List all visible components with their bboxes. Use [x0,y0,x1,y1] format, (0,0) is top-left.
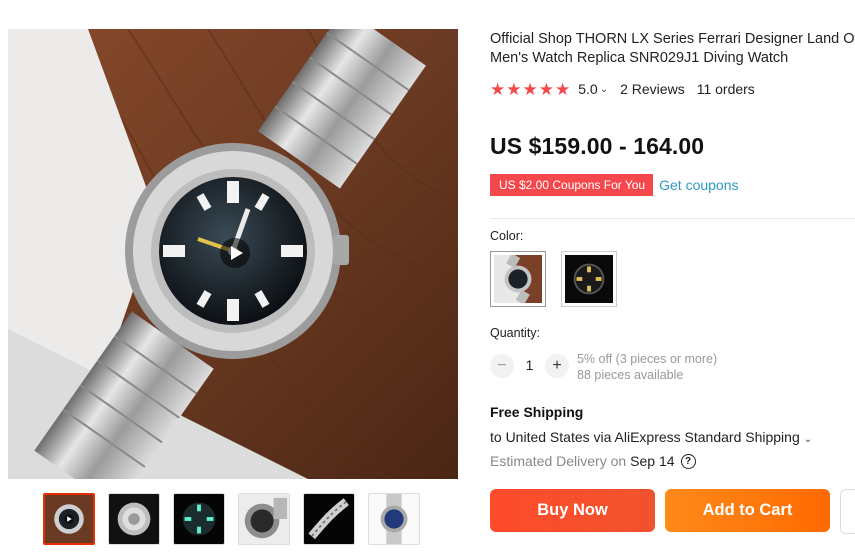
delivery-date: Sep 14 [630,453,675,469]
thumbnail-3[interactable] [173,493,225,545]
chevron-down-icon[interactable]: ⌄ [600,84,608,95]
estimated-delivery: Estimated Delivery on Sep 14 ? [490,453,696,469]
product-info-panel: Official Shop THORN LX Series Ferrari De… [486,0,855,556]
product-price: US $159.00 - 164.00 [490,133,705,159]
coupon-row: US $2.00 Coupons For You Get coupons [486,174,739,196]
star-rating: ★ ★ ★ ★ ★ [490,81,570,98]
star-icon: ★ [490,79,506,99]
product-title-line-1: Official Shop THORN LX Series Ferrari De… [490,31,855,47]
star-icon: ★ [506,79,522,99]
stock-available-text: 88 pieces available [577,368,684,382]
thumbnail-strip [43,493,423,547]
thumbnail-1[interactable] [43,493,95,545]
get-coupons-link[interactable]: Get coupons [659,177,738,193]
minus-icon[interactable]: − [490,354,514,378]
add-to-cart-button[interactable]: Add to Cart [665,489,830,532]
quantity-input[interactable]: 1 [514,357,545,373]
chevron-down-icon[interactable]: ⌄ [804,434,812,445]
color-swatch-2[interactable] [561,251,617,307]
wishlist-button[interactable] [840,489,855,534]
plus-icon[interactable]: + [545,354,569,378]
product-title-line-2: Men's Watch Replica SNR029J1 Diving Watc… [490,50,789,66]
thumbnail-6[interactable] [368,493,420,545]
reviews-link[interactable]: 2 Reviews [620,81,685,97]
quantity-notes: 5% off (3 pieces or more) 88 pieces avai… [577,351,717,383]
bulk-discount-text: 5% off (3 pieces or more) [577,352,718,366]
thumbnail-2[interactable] [108,493,160,545]
shipping-method[interactable]: to United States via AliExpress Standard… [490,429,812,445]
shipping-method-text: to United States via AliExpress Standard… [490,429,800,445]
product-title: Official Shop THORN LX Series Ferrari De… [490,30,855,68]
orders-count: 11 orders [696,81,755,97]
color-label: Color: [490,229,524,243]
rating-row: ★ ★ ★ ★ ★ 5.0 ⌄ 2 Reviews 11 orders [490,79,755,99]
rating-value[interactable]: 5.0 [578,81,597,97]
question-circle-icon[interactable]: ? [680,453,696,469]
play-icon[interactable] [220,238,250,268]
shipping-title: Free Shipping [490,404,584,420]
color-swatch-1[interactable] [490,251,546,307]
star-icon: ★ [522,79,538,99]
buy-now-button[interactable]: Buy Now [490,489,655,532]
main-product-image[interactable] [8,29,458,479]
divider [490,218,855,219]
star-icon: ★ [555,79,571,99]
delivery-label: Estimated Delivery on [490,453,627,469]
quantity-label: Quantity: [490,326,541,340]
star-icon: ★ [538,79,554,99]
coupon-badge[interactable]: US $2.00 Coupons For You [486,174,657,196]
thumbnail-5[interactable] [303,493,355,545]
thumbnail-4[interactable] [238,493,290,545]
